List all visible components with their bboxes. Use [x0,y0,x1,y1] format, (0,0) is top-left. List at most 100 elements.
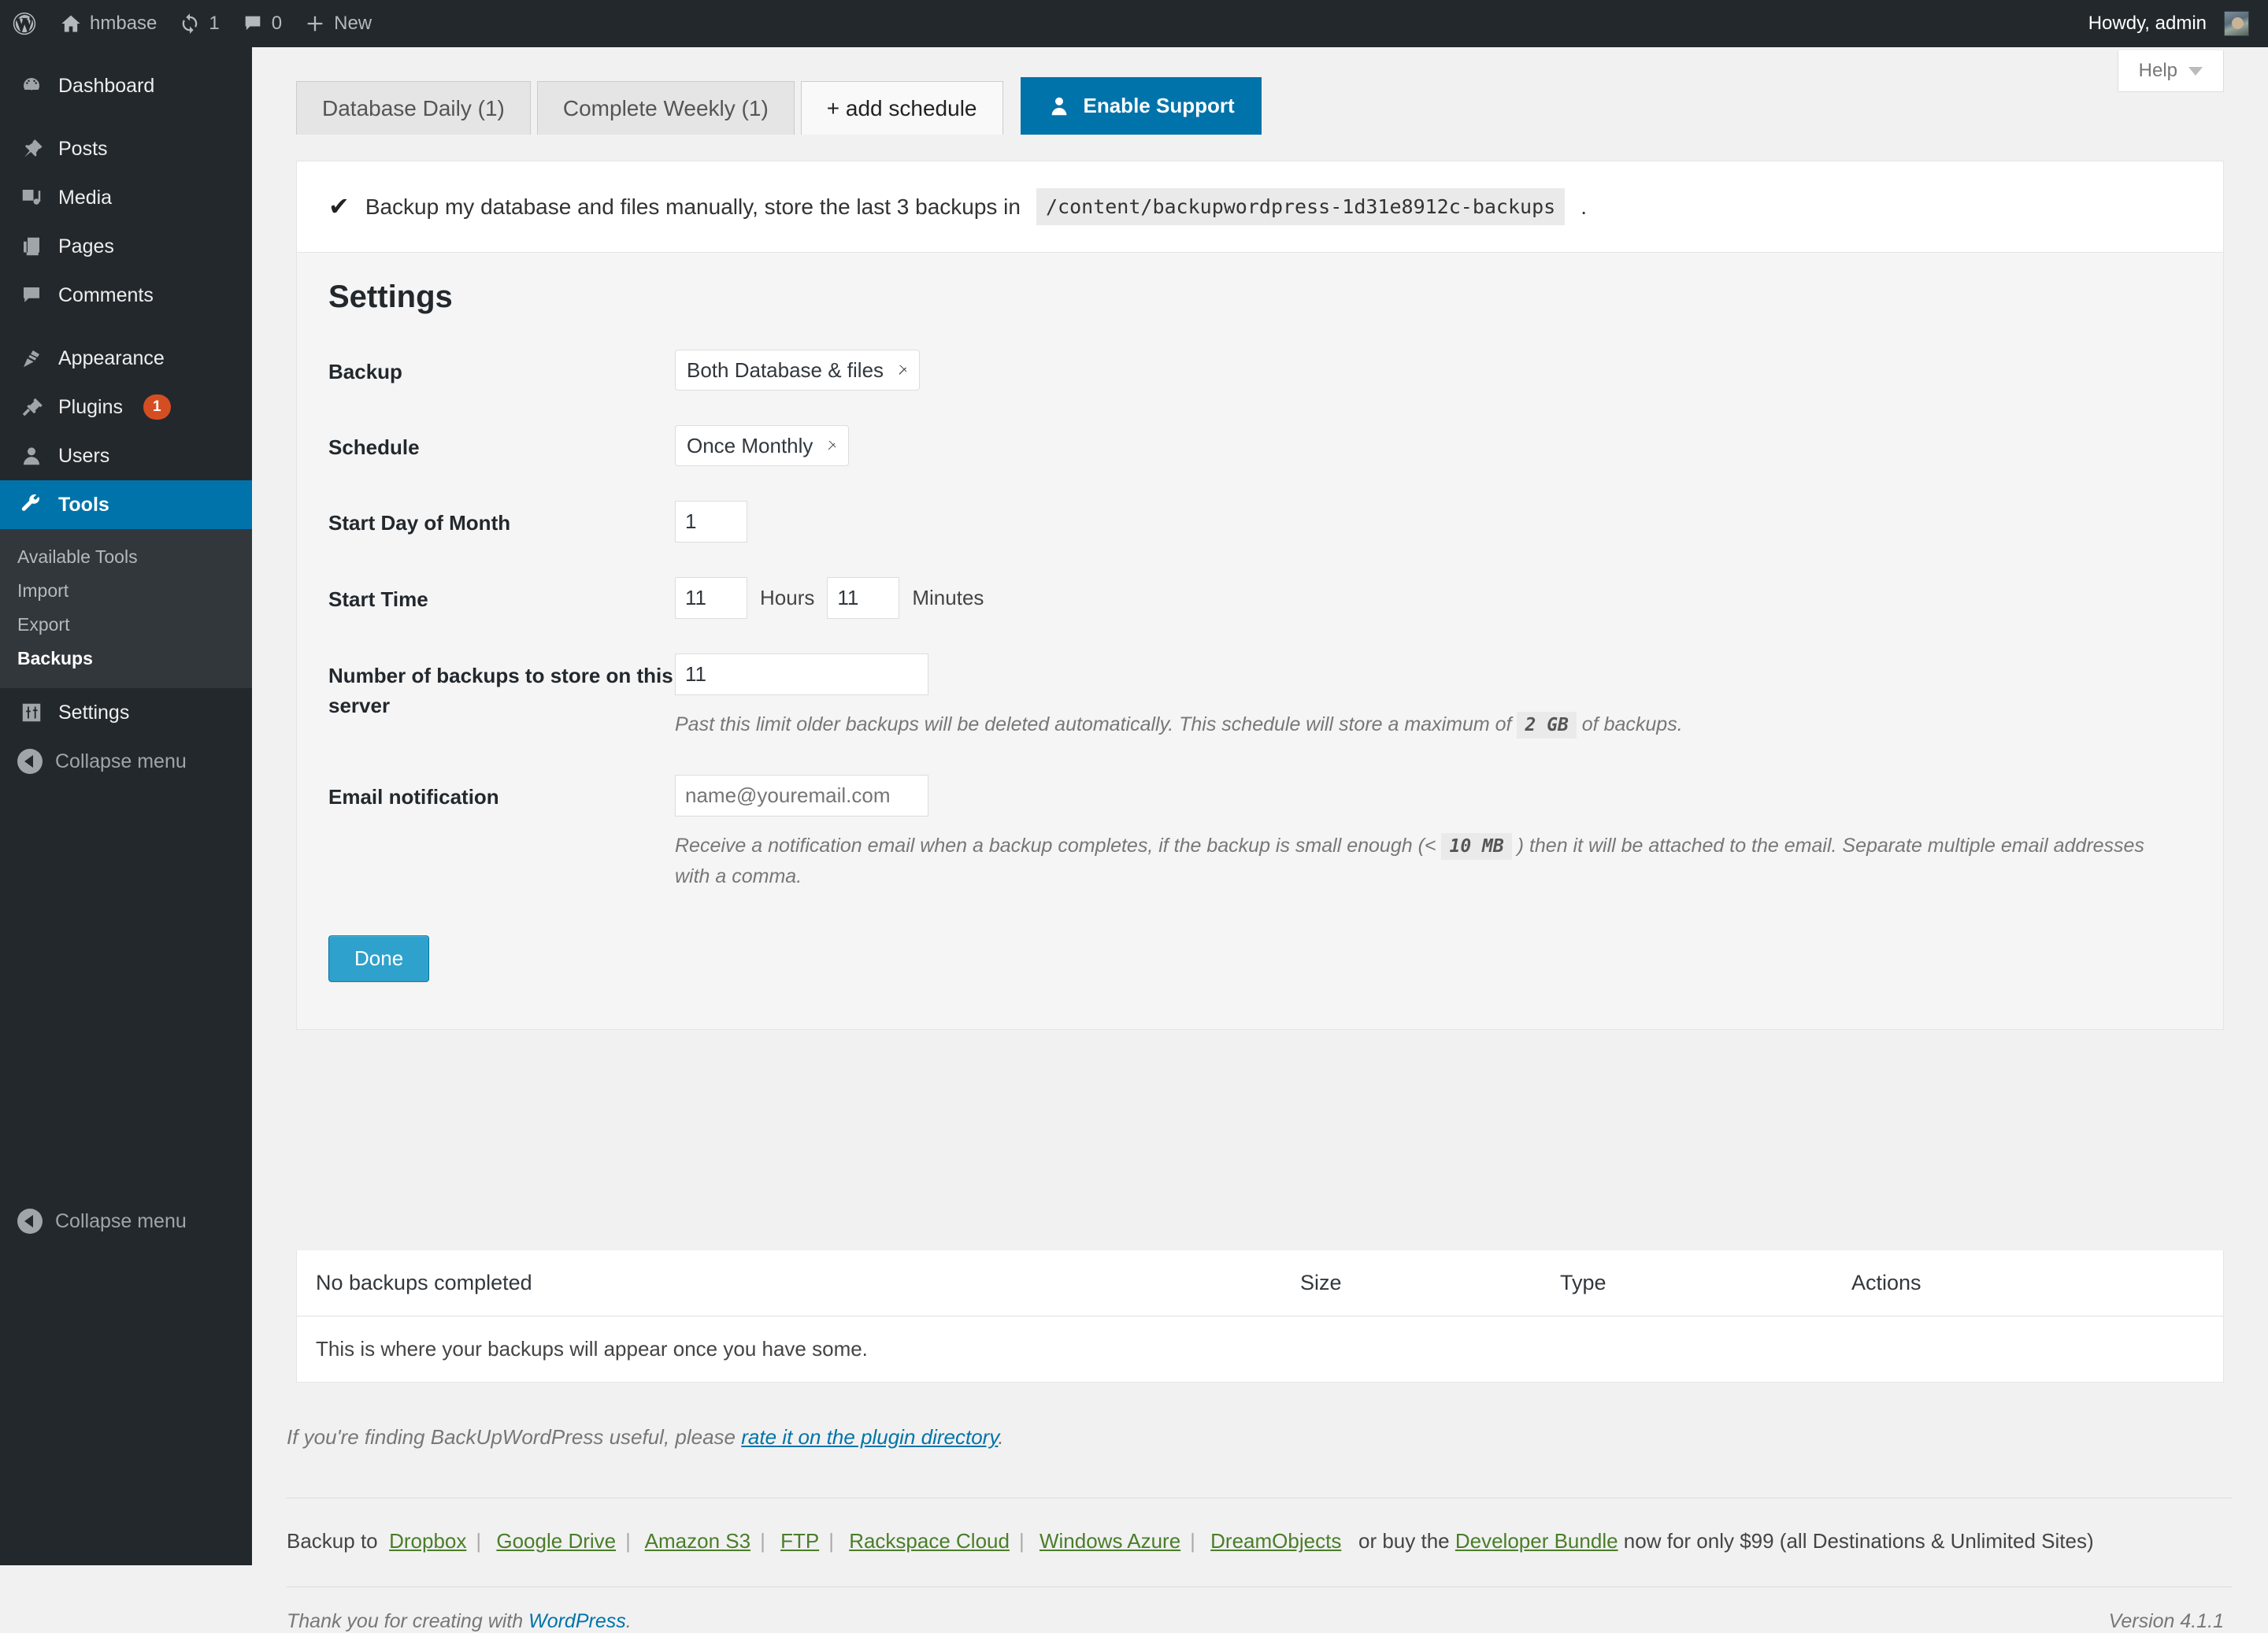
sidebar-item-pages[interactable]: Pages [0,222,252,271]
tab-add-schedule[interactable]: + add schedule [801,81,1003,135]
pin-icon [17,137,46,161]
field-schedule: Schedule Once Monthly [328,425,2192,466]
wordpress-logo-button[interactable] [0,0,49,47]
divider: | [625,1529,631,1553]
updates-icon [179,13,201,35]
destination-link-amazon-s3[interactable]: Amazon S3 [645,1529,750,1553]
sidebar-item-label: Posts [58,138,108,161]
done-button[interactable]: Done [328,935,429,982]
paintbrush-icon [17,346,46,370]
email-help: Receive a notification email when a back… [675,831,2171,892]
developer-bundle-link[interactable]: Developer Bundle [1455,1529,1618,1553]
site-name-button[interactable]: hmbase [49,0,168,47]
comment-bubble-icon [242,13,264,35]
settings-sliders-icon [17,701,46,724]
pages-icon [17,235,46,258]
updates-count: 1 [209,13,219,35]
hours-unit-label: Hours [760,586,814,610]
number-of-backups-input[interactable] [675,654,928,695]
media-icon [17,186,46,209]
sidebar-item-tools[interactable]: Tools [0,480,252,529]
collapse-arrow-icon [17,1209,43,1234]
submenu-item-available-tools[interactable]: Available Tools [0,540,252,574]
sidebar-item-comments[interactable]: Comments [0,271,252,320]
divider: | [828,1529,834,1553]
start-day-label: Start Day of Month [328,501,675,539]
backup-type-select[interactable]: Both Database & files [675,350,920,391]
sidebar-item-media[interactable]: Media [0,173,252,222]
sidebar-item-appearance[interactable]: Appearance [0,334,252,383]
divider: | [1019,1529,1025,1553]
collapse-menu-button[interactable]: Collapse menu [0,737,252,786]
schedule-control: Once Monthly [675,425,2192,466]
sidebar-item-users[interactable]: Users [0,431,252,480]
column-header-actions: Actions [1851,1271,2204,1295]
destination-link-dreamobjects[interactable]: DreamObjects [1210,1529,1341,1553]
help-tab-button[interactable]: Help [2118,50,2224,92]
help-label: Help [2139,60,2177,82]
sidebar-item-dashboard[interactable]: Dashboard [0,61,252,110]
wrench-icon [17,493,46,517]
submenu-item-import[interactable]: Import [0,574,252,608]
sidebar-item-posts[interactable]: Posts [0,124,252,173]
column-header-size: Size [1300,1271,1560,1295]
minutes-unit-label: Minutes [912,586,984,610]
destination-link-google-drive[interactable]: Google Drive [496,1529,616,1553]
number-of-backups-label: Number of backups to store on this serve… [328,654,675,720]
comments-count: 0 [272,13,282,35]
howdy-menu[interactable]: Howdy, admin [2077,0,2268,47]
tab-complete-weekly[interactable]: Complete Weekly (1) [537,81,795,135]
destination-link-ftp[interactable]: FTP [780,1529,819,1553]
email-notification-control: Receive a notification email when a back… [675,775,2192,892]
start-day-input[interactable] [675,501,747,542]
footer-thanks: Thank you for creating with WordPress. [287,1610,632,1633]
destination-link-rackspace-cloud[interactable]: Rackspace Cloud [849,1529,1010,1553]
sidebar-item-plugins[interactable]: Plugins 1 [0,383,252,431]
submenu-item-backups[interactable]: Backups [0,642,252,676]
tab-database-daily[interactable]: Database Daily (1) [296,81,531,135]
field-start-day: Start Day of Month [328,501,2192,542]
comment-bubble-icon [17,283,46,307]
start-minutes-input[interactable] [827,577,899,619]
schedule-select[interactable]: Once Monthly [675,425,849,466]
updates-button[interactable]: 1 [168,0,230,47]
field-number-of-backups: Number of backups to store on this serve… [328,654,2192,740]
main-content: Help Database Daily (1) Complete Weekly … [252,47,2268,1565]
rate-text-after: . [998,1425,1003,1449]
destination-link-dropbox[interactable]: Dropbox [389,1529,466,1553]
number-of-backups-control: Past this limit older backups will be de… [675,654,2192,740]
submenu-item-export[interactable]: Export [0,608,252,642]
bundle-text-before: or buy the [1358,1529,1450,1553]
admin-bar: hmbase 1 0 New Howdy, admin [0,0,2268,47]
sidebar-item-label: Appearance [58,347,165,370]
divider: | [476,1529,481,1553]
column-header-type: Type [1560,1271,1851,1295]
column-header-name: No backups completed [316,1271,1300,1295]
settings-form: Settings Backup Both Database & files Sc… [297,253,2223,1029]
start-time-control: Hours Minutes [675,577,2192,619]
start-hours-input[interactable] [675,577,747,619]
settings-title: Settings [328,280,2192,315]
rate-plugin-link[interactable]: rate it on the plugin directory [741,1425,998,1449]
comments-button[interactable]: 0 [231,0,293,47]
email-notification-label: Email notification [328,775,675,813]
email-field[interactable] [675,775,928,816]
new-content-button[interactable]: New [293,0,383,47]
plugins-update-badge: 1 [143,394,171,420]
tools-submenu: Available Tools Import Export Backups [0,529,252,688]
person-icon [1047,94,1071,118]
menu-spacer [0,320,252,334]
sidebar-item-label: Settings [58,702,129,724]
collapse-arrow-icon [17,749,43,774]
wordpress-link[interactable]: WordPress [528,1610,626,1632]
destination-link-windows-azure[interactable]: Windows Azure [1040,1529,1180,1553]
user-icon [17,444,46,468]
enable-support-button[interactable]: Enable Support [1021,77,1262,135]
avatar [2224,11,2249,36]
sidebar-item-label: Dashboard [58,75,154,98]
sidebar-item-settings[interactable]: Settings [0,688,252,737]
number-of-backups-help: Past this limit older backups will be de… [675,709,2171,740]
collapse-menu-button-bottom[interactable]: Collapse menu [0,1197,187,1246]
sidebar-item-label: Media [58,187,112,209]
home-icon [60,13,82,35]
